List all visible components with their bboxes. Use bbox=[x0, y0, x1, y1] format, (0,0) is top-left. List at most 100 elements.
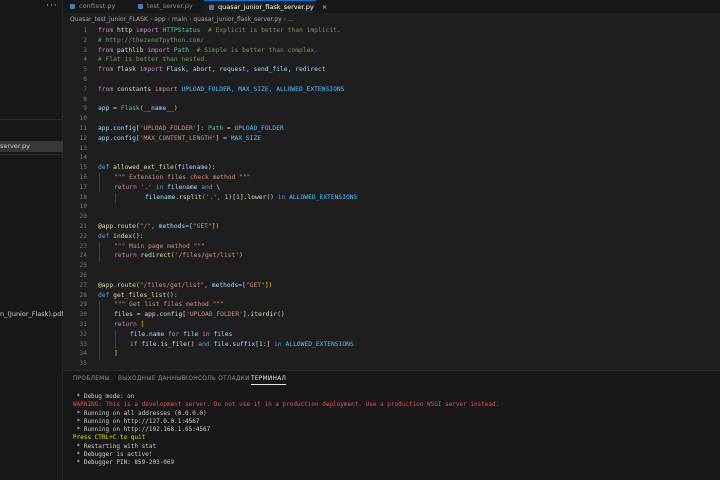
code-token: (): bbox=[132, 232, 144, 240]
line-number: 7 bbox=[83, 85, 87, 93]
close-icon[interactable]: × bbox=[322, 3, 327, 11]
code-token: and bbox=[198, 340, 210, 348]
tab-test-server[interactable]: test_server.py bbox=[133, 0, 204, 13]
line-number: 12 bbox=[79, 134, 87, 142]
tab-debug-console[interactable]: КОНСОЛЬ ОТЛАДКИ bbox=[184, 376, 250, 382]
line-number: 26 bbox=[79, 272, 87, 279]
code-token: for bbox=[167, 330, 180, 338]
code-token: "GET" bbox=[245, 281, 265, 289]
code-token: (filename): bbox=[173, 164, 216, 172]
line-number: 17 bbox=[79, 183, 87, 191]
code-token: from bbox=[98, 46, 114, 54]
code-token: @app.route bbox=[98, 223, 136, 230]
terminal-line: * Debug mode: on bbox=[73, 393, 135, 400]
code-token: def bbox=[98, 164, 110, 172]
code-token: rsplit bbox=[179, 193, 202, 201]
tab-label: quasar_junior_flask_server.py bbox=[218, 3, 314, 11]
tab-label: test_server.py bbox=[147, 2, 193, 10]
code-line-9: app = Flask(__name__) bbox=[63, 104, 720, 114]
code-token: .name bbox=[145, 330, 165, 338]
bottom-panel: ПРОБЛЕМЫ ВЫХОДНЫЕ ДАННЫЕ КОНСОЛЬ ОТЛАДКИ… bbox=[63, 370, 720, 480]
python-file-icon bbox=[138, 4, 143, 9]
code-token: ALLOWED_EXTENSIONS bbox=[289, 193, 358, 201]
line-number: 23 bbox=[79, 242, 87, 250]
code-token: ) bbox=[173, 105, 178, 113]
line-number: 2 bbox=[83, 36, 87, 44]
line-number: 32 bbox=[79, 330, 87, 338]
code-token: 'UPLOAD_FOLDER' bbox=[186, 311, 243, 319]
code-token: """ Main page method """ bbox=[114, 242, 205, 250]
code-token: , methods=[ bbox=[151, 223, 193, 230]
tab-label: conftest.py bbox=[79, 2, 116, 10]
code-token: if bbox=[130, 340, 138, 348]
code-token: files bbox=[114, 311, 133, 319]
code-token: iterdir bbox=[250, 311, 278, 319]
code-token: filename. bbox=[145, 193, 180, 201]
code-token: in bbox=[274, 340, 282, 348]
code-token: filename bbox=[167, 183, 198, 191]
code-token: file.suffix[ bbox=[213, 340, 259, 348]
code-token: """ Get list files method """ bbox=[114, 301, 224, 309]
code-line-18: filename.rsplit('.', 1)[1].lower() in AL… bbox=[63, 193, 720, 203]
code-token: MAX_SIZE bbox=[230, 134, 262, 142]
line-number: 22 bbox=[79, 232, 87, 240]
terminal-line: * Debugger PIN: 859-203-069 bbox=[73, 459, 175, 467]
code-token: () bbox=[186, 340, 199, 348]
sidebar-divider bbox=[0, 119, 63, 120]
sidebar-file-server[interactable]: server.py bbox=[0, 141, 63, 152]
code-line-31: return [ bbox=[63, 320, 720, 330]
code-line-21: @app.route("/", methods=["GET"]) bbox=[63, 222, 720, 232]
terminal-output[interactable]: * Debug mode: on WARNING: This is a devel… bbox=[73, 393, 713, 468]
code-token: , methods=[ bbox=[204, 281, 246, 289]
code-token: def bbox=[98, 291, 110, 299]
line-number: 25 bbox=[79, 262, 87, 270]
line-number: 13 bbox=[79, 144, 87, 152]
code-token: import bbox=[154, 85, 178, 93]
code-line-17: return '.' in filename and \ bbox=[63, 183, 720, 193]
code-token: import bbox=[139, 66, 163, 74]
tab-problems[interactable]: ПРОБЛЕМЫ bbox=[73, 376, 110, 382]
tab-terminal[interactable]: ТЕРМИНАЛ bbox=[251, 376, 287, 385]
sidebar-file-pdf[interactable]: n_(Junior_Flask).pdf bbox=[0, 309, 63, 320]
code-token: file. bbox=[141, 340, 161, 348]
code-token: Flask bbox=[120, 105, 140, 113]
chevron-right-icon: › bbox=[149, 16, 153, 23]
code-token: )[ bbox=[228, 193, 237, 201]
code-token: = app.config[ bbox=[132, 311, 187, 319]
code-token: ] bbox=[114, 350, 118, 358]
code-token: return bbox=[114, 252, 137, 260]
breadcrumb-item[interactable]: Quasar_test_junior_FLASK bbox=[70, 16, 148, 23]
more-actions-icon[interactable]: ··· bbox=[46, 1, 58, 11]
code-token: get_files_list bbox=[113, 291, 167, 299]
line-number: 19 bbox=[79, 203, 87, 211]
breadcrumb-item[interactable]: ... bbox=[288, 16, 294, 23]
line-number: 4 bbox=[83, 56, 87, 64]
terminal-line: * Running on http://192.168.1.65:4567 bbox=[73, 426, 211, 434]
code-token: "/" bbox=[139, 223, 152, 230]
tab-quasar-server[interactable]: quasar_junior_flask_server.py × bbox=[204, 0, 327, 13]
code-token: ]) bbox=[211, 223, 220, 230]
code-token: __name__ bbox=[143, 105, 174, 113]
code-editor[interactable]: from http import HTTPStatus # Explicit i… bbox=[63, 26, 720, 370]
code-line-33: if file.is_file() and file.suffix[1:] in… bbox=[63, 340, 720, 350]
chevron-right-icon: › bbox=[283, 16, 287, 23]
code-token: "/files/get/list" bbox=[139, 281, 205, 289]
breadcrumb-item[interactable]: app bbox=[154, 16, 165, 23]
code-line-4: # Flat is better than nested. bbox=[63, 55, 720, 65]
code-token: [ bbox=[140, 321, 145, 328]
line-number: 6 bbox=[83, 76, 87, 83]
code-token: # Flat is better than nested. bbox=[98, 56, 208, 64]
tab-conftest[interactable]: conftest.py bbox=[65, 0, 133, 13]
breadcrumb-item[interactable]: quasar_junior_flask_server.py bbox=[193, 16, 281, 23]
code-token: in bbox=[155, 183, 164, 191]
breadcrumb-item[interactable]: main bbox=[172, 16, 187, 23]
code-token: @app.route bbox=[98, 281, 136, 289]
tab-output[interactable]: ВЫХОДНЫЕ ДАННЫЕ bbox=[118, 376, 186, 382]
code-token: return bbox=[114, 321, 137, 328]
code-token: = bbox=[109, 105, 121, 113]
code-line-12: app.config['MAX_CONTENT_LENGTH'] = MAX_S… bbox=[63, 134, 720, 144]
terminal-line: * Running on http://127.0.0.1:4567 bbox=[73, 417, 200, 425]
code-line-30: files = app.config['UPLOAD_FOLDER'].iter… bbox=[63, 310, 720, 320]
code-line-15: def allowed_ext_file(filename): bbox=[63, 163, 720, 173]
code-token: Path bbox=[173, 46, 190, 54]
